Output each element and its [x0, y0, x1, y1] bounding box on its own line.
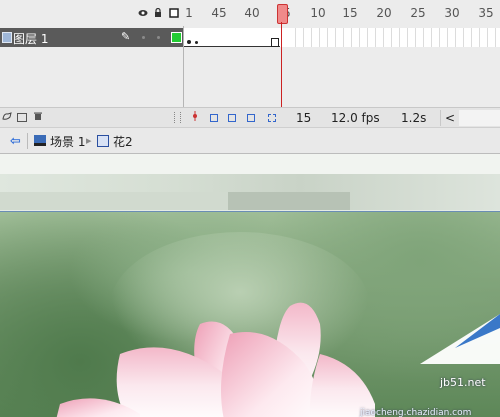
- frame-number: 35: [478, 6, 494, 20]
- outline-icon[interactable]: [169, 8, 179, 18]
- onion-skin-icon[interactable]: [210, 114, 218, 122]
- scene-icon: [34, 135, 46, 146]
- frame-cell[interactable]: [472, 28, 480, 47]
- timeline-footer: 15 12.0 fps 1.2s <: [0, 107, 500, 128]
- edit-multiple-frames-icon[interactable]: [247, 114, 255, 122]
- stage[interactable]: jb51.net jiaocheng.chazidian.com: [0, 154, 500, 417]
- frames-area[interactable]: [184, 28, 500, 47]
- timeline-header: 1 5 10 15 20 25 30 35 40 45: [0, 0, 500, 26]
- lotus-flower: [56, 302, 375, 417]
- timeline-empty-area: [0, 47, 500, 107]
- layer-row[interactable]: 图层 1 ✎: [0, 28, 500, 47]
- frame-number: 20: [376, 6, 392, 20]
- frame-number: 10: [310, 6, 326, 20]
- playhead[interactable]: [277, 4, 288, 24]
- frame-number: 45: [211, 6, 227, 20]
- eye-icon[interactable]: [138, 8, 148, 18]
- edit-bar: ⇦ 场景 1 ▸ 花2: [0, 127, 500, 154]
- frame-cell[interactable]: [496, 28, 500, 47]
- layer-outline-color[interactable]: [171, 32, 182, 43]
- breadcrumb-separator: [27, 133, 28, 149]
- frame-cell[interactable]: [424, 28, 432, 47]
- frame-cell[interactable]: [392, 28, 400, 47]
- breadcrumb-scene[interactable]: 场景 1: [50, 133, 85, 150]
- frame-number: 1: [185, 6, 193, 20]
- keyframe[interactable]: [187, 40, 191, 44]
- frame-cell[interactable]: [368, 28, 376, 47]
- frame-cell[interactable]: [336, 28, 344, 47]
- masked-image-strip-lower: [0, 192, 228, 210]
- frame-number: 25: [410, 6, 426, 20]
- trash-icon[interactable]: [33, 111, 43, 121]
- frame-cell[interactable]: [448, 28, 456, 47]
- frame-cell[interactable]: [456, 28, 464, 47]
- modify-markers-icon[interactable]: [268, 114, 276, 122]
- frame-number: 40: [244, 6, 260, 20]
- playhead-line: [281, 22, 282, 107]
- watermark-domain: jiaocheng.chazidian.com: [360, 408, 472, 417]
- layer-icon: [2, 32, 12, 43]
- frame-cell[interactable]: [312, 28, 320, 47]
- center-frame-icon[interactable]: [190, 111, 200, 121]
- new-layer-icon[interactable]: [2, 111, 12, 121]
- frame-cell[interactable]: [384, 28, 392, 47]
- frame-number: 30: [444, 6, 460, 20]
- timeline-panel: 1 5 10 15 20 25 30 35 40 45 图层 1 ✎: [0, 0, 500, 128]
- visibility-dot[interactable]: [142, 36, 145, 39]
- lock-icon[interactable]: [153, 8, 163, 18]
- lock-dot[interactable]: [157, 36, 160, 39]
- current-frame-readout: 15: [296, 111, 312, 125]
- frame-cell[interactable]: [352, 28, 360, 47]
- stage-pasteboard: [0, 154, 500, 174]
- masked-image-strip-step: [228, 192, 350, 210]
- pencil-icon: ✎: [121, 30, 131, 43]
- end-frame-marker[interactable]: [271, 38, 279, 47]
- frame-rate-readout[interactable]: 12.0 fps: [331, 111, 380, 125]
- scroll-left-button[interactable]: <: [440, 110, 459, 126]
- keyframe[interactable]: [195, 41, 198, 44]
- breadcrumb-symbol[interactable]: 花2: [113, 133, 133, 150]
- frame-cell[interactable]: [320, 28, 328, 47]
- watermark-site: jb51.net: [440, 376, 486, 389]
- folder-icon[interactable]: [17, 113, 27, 122]
- frame-cell[interactable]: [288, 28, 296, 47]
- frame-cell[interactable]: [296, 28, 304, 47]
- frame-number: 15: [342, 6, 358, 20]
- frame-cell[interactable]: [480, 28, 488, 47]
- grip-handle-icon[interactable]: [174, 112, 181, 123]
- frame-cell[interactable]: [328, 28, 336, 47]
- layer-name[interactable]: 图层 1: [13, 30, 48, 47]
- layer-name-area[interactable]: 图层 1 ✎: [0, 28, 183, 47]
- onion-skin-outlines-icon[interactable]: [228, 114, 236, 122]
- frame-cell[interactable]: [376, 28, 384, 47]
- frame-cell[interactable]: [360, 28, 368, 47]
- frame-cell[interactable]: [408, 28, 416, 47]
- elapsed-time-readout: 1.2s: [401, 111, 427, 125]
- frame-cell[interactable]: [344, 28, 352, 47]
- movie-clip-symbol-icon: [97, 135, 109, 147]
- filled-frames-span[interactable]: [184, 28, 280, 47]
- watermark-shape: [420, 314, 500, 364]
- frame-cell[interactable]: [440, 28, 448, 47]
- breadcrumb-arrow-icon: ▸: [86, 134, 92, 147]
- frame-cell[interactable]: [416, 28, 424, 47]
- frame-cell[interactable]: [488, 28, 496, 47]
- frame-cell[interactable]: [400, 28, 408, 47]
- frame-cell[interactable]: [304, 28, 312, 47]
- back-arrow-icon[interactable]: ⇦: [10, 134, 21, 149]
- horizontal-scrollbar[interactable]: [459, 110, 500, 126]
- frame-cell[interactable]: [432, 28, 440, 47]
- frame-cell[interactable]: [464, 28, 472, 47]
